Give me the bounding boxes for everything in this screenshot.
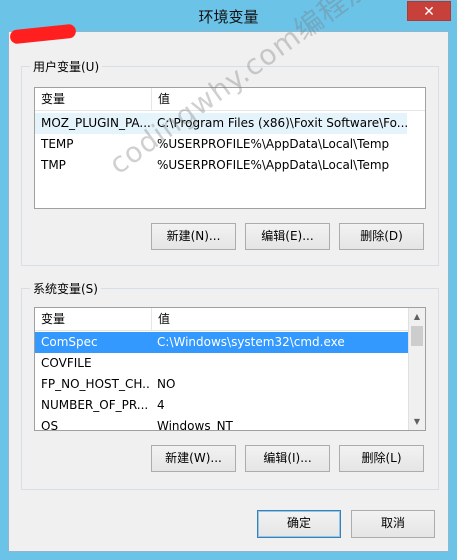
ok-button[interactable]: 确定 <box>257 510 341 538</box>
system-variables-group: 系统变量(S) 变量 值 ComSpec C:\Windows\system32… <box>21 280 439 490</box>
column-header-value[interactable]: 值 <box>151 88 425 110</box>
user-edit-button[interactable]: 编辑(E)... <box>245 223 330 250</box>
system-variable-row[interactable]: COVFILE <box>35 353 408 374</box>
variable-name: TEMP <box>41 137 74 151</box>
system-edit-button[interactable]: 编辑(I)... <box>245 445 330 472</box>
close-button[interactable]: ✕ <box>407 1 451 21</box>
user-variables-list[interactable]: 变量 值 MOZ_PLUGIN_PA... C:\Program Files (… <box>34 87 426 209</box>
system-list-header: 变量 值 <box>35 308 425 331</box>
variable-value: %USERPROFILE%\AppData\Local\Temp <box>157 158 390 172</box>
cancel-button[interactable]: 取消 <box>351 510 435 538</box>
variable-name: MOZ_PLUGIN_PA... <box>41 116 151 130</box>
variable-name: FP_NO_HOST_CH... <box>41 377 151 391</box>
scroll-up-arrow-icon[interactable]: ▲ <box>409 308 425 325</box>
variable-name: OS <box>41 419 59 431</box>
variable-value: C:\Windows\system32\cmd.exe <box>157 335 345 349</box>
variable-value: %USERPROFILE%\AppData\Local\Temp <box>157 137 390 151</box>
scrollbar-thumb[interactable] <box>411 326 423 346</box>
variable-name: ComSpec <box>41 335 98 349</box>
column-header-variable[interactable]: 变量 <box>35 308 151 330</box>
user-variable-row[interactable]: MOZ_PLUGIN_PA... C:\Program Files (x86)\… <box>35 113 407 134</box>
user-new-button[interactable]: 新建(N)... <box>151 223 236 250</box>
system-variables-list[interactable]: 变量 值 ComSpec C:\Windows\system32\cmd.exe… <box>34 307 426 431</box>
variable-value: C:\Program Files (x86)\Foxit Software\Fo… <box>157 116 407 130</box>
system-list-scrollbar[interactable]: ▲ ▼ <box>408 308 425 430</box>
system-variable-row[interactable]: NUMBER_OF_PR... 4 <box>35 395 408 416</box>
column-header-value[interactable]: 值 <box>151 308 409 330</box>
scroll-down-arrow-icon[interactable]: ▼ <box>409 413 425 430</box>
variable-name: COVFILE <box>41 356 92 370</box>
system-variable-row[interactable]: FP_NO_HOST_CH... NO <box>35 374 408 395</box>
variable-name: NUMBER_OF_PR... <box>41 398 149 412</box>
user-delete-button[interactable]: 删除(D) <box>339 223 424 250</box>
environment-variables-window: 环境变量 ✕ 用户变量(U) 变量 值 MOZ_PLUGIN_PA... C:\… <box>0 0 457 560</box>
column-header-variable[interactable]: 变量 <box>35 88 151 110</box>
system-new-button[interactable]: 新建(W)... <box>151 445 236 472</box>
variable-value <box>151 353 408 374</box>
system-variable-row[interactable]: ComSpec C:\Windows\system32\cmd.exe <box>35 332 408 353</box>
close-icon: ✕ <box>423 4 435 20</box>
system-delete-button[interactable]: 删除(L) <box>339 445 424 472</box>
variable-name: TMP <box>41 158 66 172</box>
system-variable-row[interactable]: OS Windows_NT <box>35 416 408 431</box>
variable-value: Windows_NT <box>157 419 233 431</box>
system-variables-legend: 系统变量(S) <box>30 280 101 297</box>
variable-value: 4 <box>157 398 165 412</box>
user-variable-row[interactable]: TMP %USERPROFILE%\AppData\Local\Temp <box>35 155 407 176</box>
user-variable-row[interactable]: TEMP %USERPROFILE%\AppData\Local\Temp <box>35 134 407 155</box>
dialog-client-area: 用户变量(U) 变量 值 MOZ_PLUGIN_PA... C:\Program… <box>8 31 449 552</box>
variable-value: NO <box>157 377 176 391</box>
user-list-header: 变量 值 <box>35 88 425 111</box>
user-variables-legend: 用户变量(U) <box>30 58 103 75</box>
user-variables-group: 用户变量(U) 变量 值 MOZ_PLUGIN_PA... C:\Program… <box>21 58 439 266</box>
